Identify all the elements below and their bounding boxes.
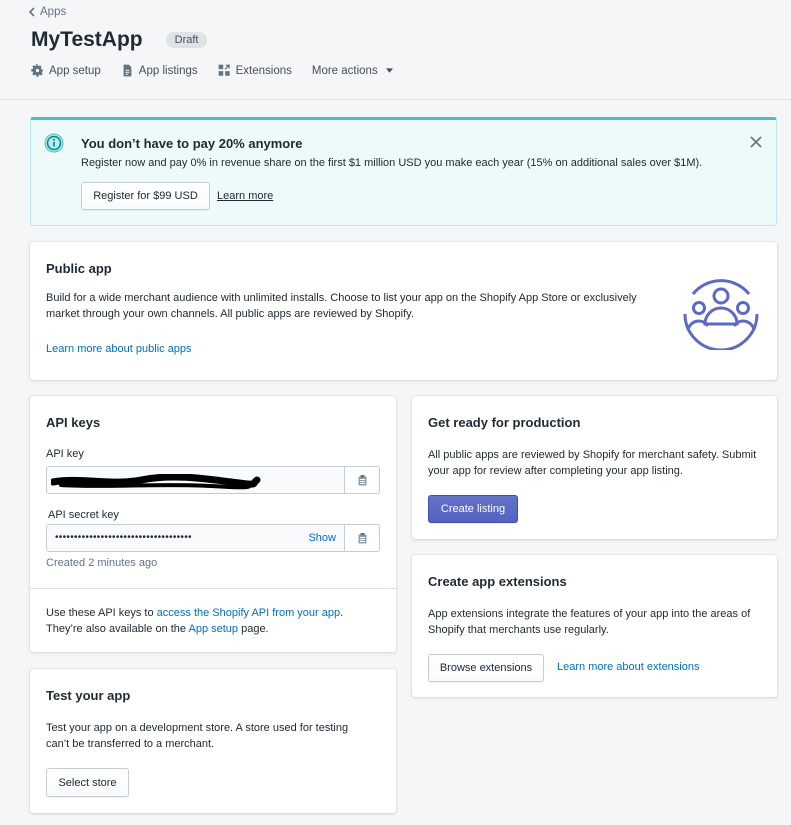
tab-extensions[interactable]: Extensions — [218, 64, 292, 77]
api-key-label: API key — [46, 448, 84, 460]
close-icon[interactable] — [750, 136, 762, 148]
footer-text: Use these API keys to — [46, 607, 157, 619]
clipboard-icon — [358, 532, 366, 543]
people-group-icon — [683, 279, 759, 350]
revenue-share-banner: You don’t have to pay 20% anymore Regist… — [30, 117, 777, 226]
title-row: MyTestApp Draft — [31, 28, 208, 52]
tab-app-listings[interactable]: App listings — [121, 64, 198, 77]
document-icon — [123, 64, 132, 77]
footer-text: . — [340, 607, 344, 619]
status-badge: Draft — [165, 32, 208, 48]
header-actions: App setup App listings Extensions More a… — [31, 64, 413, 77]
more-actions-dropdown[interactable]: More actions — [312, 64, 393, 77]
footer-text: page. — [238, 623, 269, 635]
production-card: Get ready for production All public apps… — [412, 396, 777, 539]
divider — [30, 588, 396, 589]
tab-label: More actions — [311, 64, 378, 77]
public-app-card: Public app Build for a wide merchant aud… — [30, 242, 777, 380]
caret-down-icon — [385, 68, 393, 73]
gear-icon — [31, 64, 44, 77]
copy-secret-key-button[interactable] — [344, 525, 379, 551]
card-text-line-2: your app for review after completing you… — [428, 465, 683, 477]
chevron-left-icon — [28, 7, 35, 17]
api-secret-key-input[interactable]: •••••••••••••••••••••••••••••••••••• Sho… — [47, 525, 344, 551]
learn-more-public-apps-link[interactable]: Learn more about public apps — [46, 341, 192, 357]
breadcrumb-apps[interactable]: Apps — [28, 6, 66, 18]
api-keys-card: API keys API key API secret key ••••••••… — [30, 396, 396, 652]
select-store-button[interactable]: Select store — [46, 768, 129, 797]
learn-more-link[interactable]: Learn more — [217, 190, 273, 202]
extensions-icon — [218, 64, 230, 76]
card-title: Test your app — [46, 688, 131, 703]
learn-more-extensions-link[interactable]: Learn more about extensions — [557, 661, 699, 673]
page-header: Apps MyTestApp Draft App setup App listi… — [0, 0, 791, 100]
api-secret-key-field: •••••••••••••••••••••••••••••••••••• Sho… — [46, 524, 380, 552]
banner-title: You don’t have to pay 20% anymore — [81, 136, 303, 151]
access-shopify-api-link[interactable]: access the Shopify API from your app — [157, 607, 340, 619]
page-title: MyTestApp — [31, 28, 143, 51]
secret-key-masked: •••••••••••••••••••••••••••••••••••• — [55, 532, 192, 543]
app-setup-link[interactable]: App setup — [188, 623, 238, 635]
app-extensions-card: Create app extensions App extensions int… — [412, 555, 777, 697]
card-text-line-1: Build for a wide merchant audience with … — [46, 292, 637, 304]
api-secret-key-label: API secret key — [48, 509, 119, 521]
test-your-app-card: Test your app Test your app on a develop… — [30, 669, 396, 813]
card-title: API keys — [46, 415, 101, 430]
api-keys-footer-line-2: They’re also available on the App setup … — [46, 621, 269, 637]
breadcrumb-label: Apps — [40, 6, 67, 18]
show-secret-link[interactable]: Show — [308, 532, 336, 544]
info-icon — [44, 133, 64, 153]
card-text-line-1: App extensions integrate the features of… — [428, 608, 751, 620]
api-keys-footer-line-1: Use these API keys to access the Shopify… — [46, 605, 343, 621]
created-timestamp: Created 2 minutes ago — [46, 557, 158, 569]
tab-label: Extensions — [235, 64, 292, 77]
card-text-line-1: All public apps are reviewed by Shopify … — [428, 449, 757, 461]
card-text-line-2: can’t be transferred to a merchant. — [46, 738, 215, 750]
create-listing-button[interactable]: Create listing — [428, 495, 518, 523]
tab-label: App listings — [138, 64, 198, 77]
tab-app-setup[interactable]: App setup — [31, 64, 101, 77]
tab-label: App setup — [49, 64, 101, 77]
redacted-value — [51, 474, 261, 490]
browse-extensions-button[interactable]: Browse extensions — [428, 654, 544, 682]
card-text-line-2: market through your own channels. All pu… — [46, 308, 414, 320]
api-key-field — [46, 466, 380, 494]
footer-text: They’re also available on the — [46, 623, 189, 635]
banner-text: Register now and pay 0% in revenue share… — [81, 157, 703, 169]
api-key-input[interactable] — [47, 467, 344, 493]
card-title: Get ready for production — [428, 415, 581, 430]
card-title: Public app — [46, 261, 112, 276]
register-button[interactable]: Register for $99 USD — [81, 182, 210, 210]
card-text-line-1: Test your app on a development store. A … — [46, 722, 349, 734]
clipboard-icon — [358, 474, 366, 485]
card-text-line-2: Shopify that merchants use regularly. — [428, 624, 609, 636]
copy-api-key-button[interactable] — [344, 467, 379, 493]
card-title: Create app extensions — [428, 574, 567, 589]
